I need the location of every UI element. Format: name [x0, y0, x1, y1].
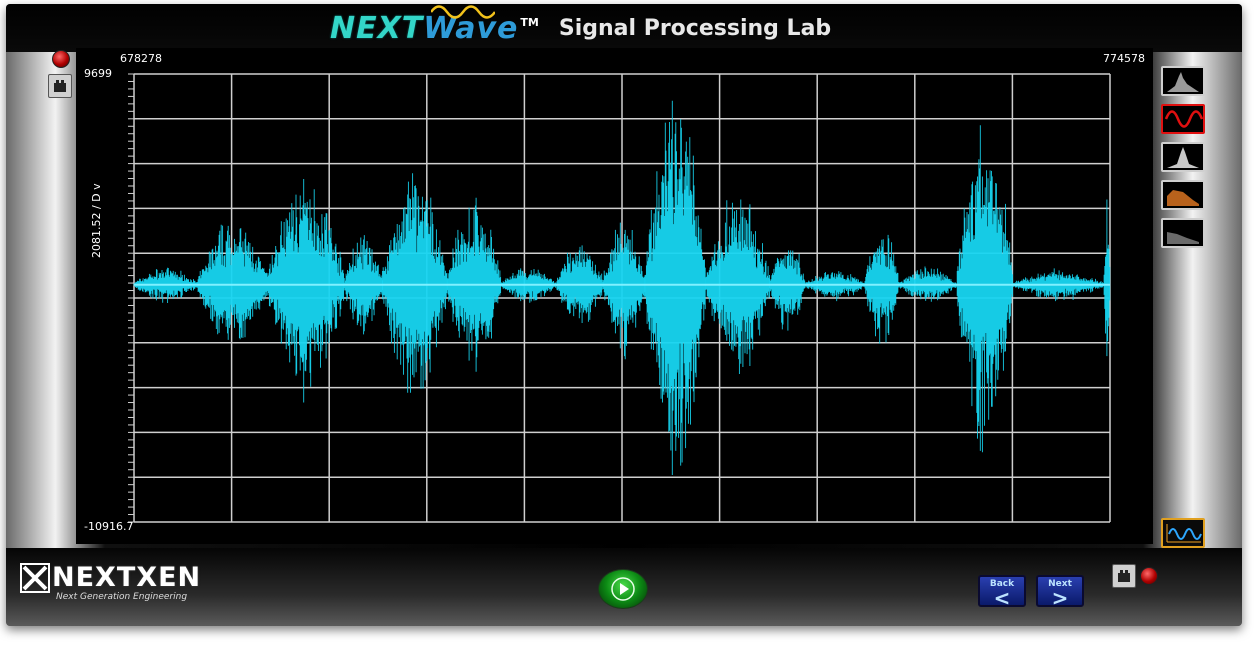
- x-end-label: 774578: [1103, 52, 1145, 65]
- spectrum-gray-icon: [1167, 72, 1199, 92]
- device-icon: [54, 80, 66, 92]
- back-button[interactable]: Back <: [978, 575, 1026, 610]
- waveform-segment: [956, 125, 1013, 453]
- waveform-segment: [644, 100, 706, 475]
- nextxen-mark-icon: [20, 562, 50, 593]
- page-title: Signal Processing Lab: [558, 15, 832, 41]
- y-min-label: -10916.7: [84, 520, 134, 533]
- left-settings-button[interactable]: [48, 74, 72, 98]
- brand-wave: Wave: [423, 4, 518, 46]
- logo-text: NEXTXEN: [52, 562, 202, 593]
- spectrum-white-icon: [1167, 147, 1199, 168]
- time-domain-view-button[interactable]: [1161, 518, 1205, 548]
- trademark-mark: TM: [520, 15, 539, 29]
- waveform-segment: [804, 271, 866, 302]
- y-axis-label: 2081.52 / D v: [90, 183, 103, 258]
- right-settings-button[interactable]: [1112, 564, 1136, 588]
- back-arrow-icon: <: [993, 586, 1011, 610]
- y-max-label: 9699: [84, 67, 112, 80]
- view-spectrum-orange-button[interactable]: [1161, 180, 1205, 210]
- view-spectrum-gray-button[interactable]: [1161, 66, 1205, 96]
- next-button[interactable]: Next >: [1036, 575, 1084, 610]
- waveform-segment: [267, 179, 345, 403]
- waveform-blue-icon: [1166, 524, 1202, 543]
- waveform-chart: [128, 73, 1111, 523]
- y-axis-ticks: [128, 73, 134, 523]
- waveform-segment: [769, 250, 806, 331]
- sine-wave-icon: [431, 4, 496, 19]
- play-button[interactable]: [598, 569, 648, 609]
- left-status-led: [52, 50, 70, 68]
- waveform-red-icon: [1164, 110, 1204, 128]
- right-status-led: [1140, 567, 1158, 585]
- waveform-segment: [1103, 199, 1111, 357]
- brand-next: NEXT: [330, 10, 424, 46]
- view-spectrum-white-button[interactable]: [1161, 142, 1205, 172]
- waveform-segment: [864, 234, 899, 344]
- waveform-segment: [197, 224, 268, 340]
- waveform-segment: [382, 173, 448, 393]
- waveform-plot[interactable]: 678278 774578 9699 -10916.7 2081.52 / D …: [76, 48, 1153, 544]
- waveform-segment: [705, 199, 770, 374]
- spectrum-orange-icon: [1167, 190, 1199, 206]
- nextxen-logo: NEXTXEN Next Generation Engineering: [20, 562, 202, 602]
- play-icon: [611, 577, 635, 601]
- view-spectrum-dark-button[interactable]: [1161, 218, 1205, 248]
- next-arrow-icon: >: [1051, 586, 1069, 610]
- x-start-label: 678278: [120, 52, 162, 65]
- waveform-segment: [603, 222, 646, 360]
- app-title: NEXT Wave TM Signal Processing Lab: [330, 4, 832, 46]
- view-waveform-red-button[interactable]: [1161, 104, 1205, 134]
- spectrum-dark-icon: [1167, 232, 1199, 244]
- device-icon: [1118, 570, 1130, 582]
- logo-tagline: Next Generation Engineering: [56, 592, 188, 602]
